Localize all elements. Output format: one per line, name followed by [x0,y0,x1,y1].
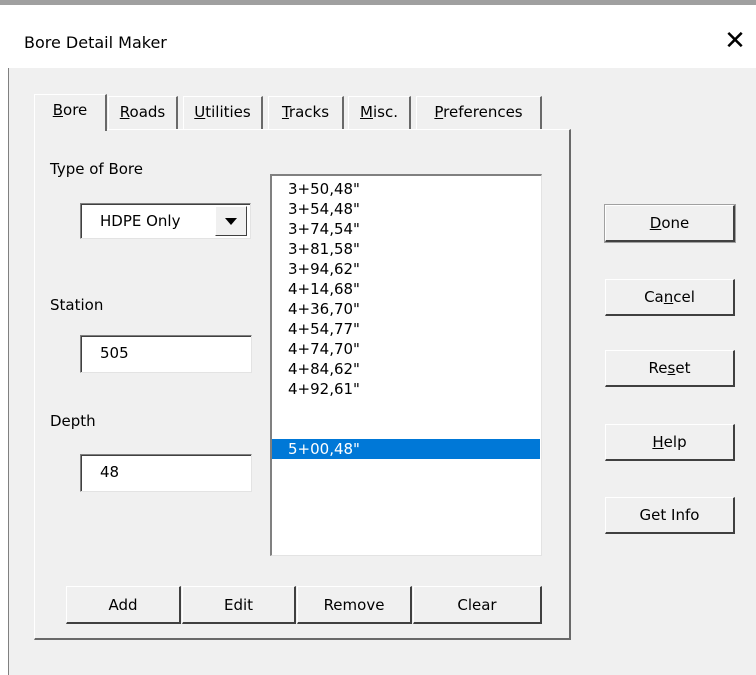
list-item[interactable]: 4+54,77" [272,319,540,339]
list-item[interactable]: 3+54,48" [272,199,540,219]
depth-input[interactable]: 48 [80,454,252,492]
depth-label: Depth [50,412,96,430]
tab-tracks-mnemonic: T [281,103,289,121]
tab-utilities-mnemonic: U [194,103,206,121]
close-icon[interactable]: ✕ [720,26,750,56]
tab-misc-mnemonic: M [360,103,373,121]
reset-button[interactable]: Reset [605,350,735,387]
clear-button[interactable]: Clear [413,586,542,624]
done-button[interactable]: Done [604,204,736,243]
tab-preferences-label: references [443,103,523,121]
list-item[interactable]: 4+92,61" [272,379,540,399]
list-item[interactable]: 3+74,54" [272,219,540,239]
edit-button[interactable]: Edit [182,586,296,624]
dropdown-arrow-icon[interactable] [215,206,247,236]
list-item-selected[interactable]: 5+00,48" [272,439,540,459]
tab-bore-label: ore [63,101,88,119]
station-input[interactable]: 505 [80,335,252,373]
list-item[interactable]: 4+84,62" [272,359,540,379]
help-button[interactable]: Help [605,424,735,461]
tab-bore[interactable]: Bore [34,94,107,131]
list-item[interactable]: 3+94,62" [272,259,540,279]
tab-roads-mnemonic: R [119,103,130,121]
list-item[interactable]: 4+14,68" [272,279,540,299]
tab-tracks-label: racks [288,103,330,121]
tab-roads[interactable]: Roads [108,96,178,129]
get-info-button[interactable]: Get Info [605,497,735,534]
tab-bore-mnemonic: B [52,101,64,119]
list-item[interactable]: 4+36,70" [272,299,540,319]
depth-value: 48 [100,463,120,481]
list-item[interactable]: 4+74,70" [272,339,540,359]
tab-preferences[interactable]: Preferences [416,96,542,129]
tab-utilities-label: tilities [205,103,251,121]
station-value: 505 [100,344,129,362]
list-item[interactable]: 3+81,58" [272,239,540,259]
window-title: Bore Detail Maker [24,33,167,52]
tab-tracks[interactable]: Tracks [268,96,344,129]
bore-list[interactable]: 3+50,48" 3+54,48" 3+74,54" 3+81,58" 3+94… [270,174,542,556]
tab-misc[interactable]: Misc. [348,96,411,129]
station-label: Station [50,296,104,314]
tab-roads-label: oads [129,103,166,121]
remove-button[interactable]: Remove [297,586,412,624]
cancel-button[interactable]: Cancel [605,279,735,316]
list-item[interactable]: 3+50,48" [272,179,540,199]
tab-misc-label: isc. [372,103,398,121]
tab-utilities[interactable]: Utilities [183,96,263,129]
add-button[interactable]: Add [66,586,181,624]
type-of-bore-value: HDPE Only [100,212,181,230]
type-of-bore-label: Type of Bore [50,160,143,178]
tab-preferences-mnemonic: P [434,103,444,121]
